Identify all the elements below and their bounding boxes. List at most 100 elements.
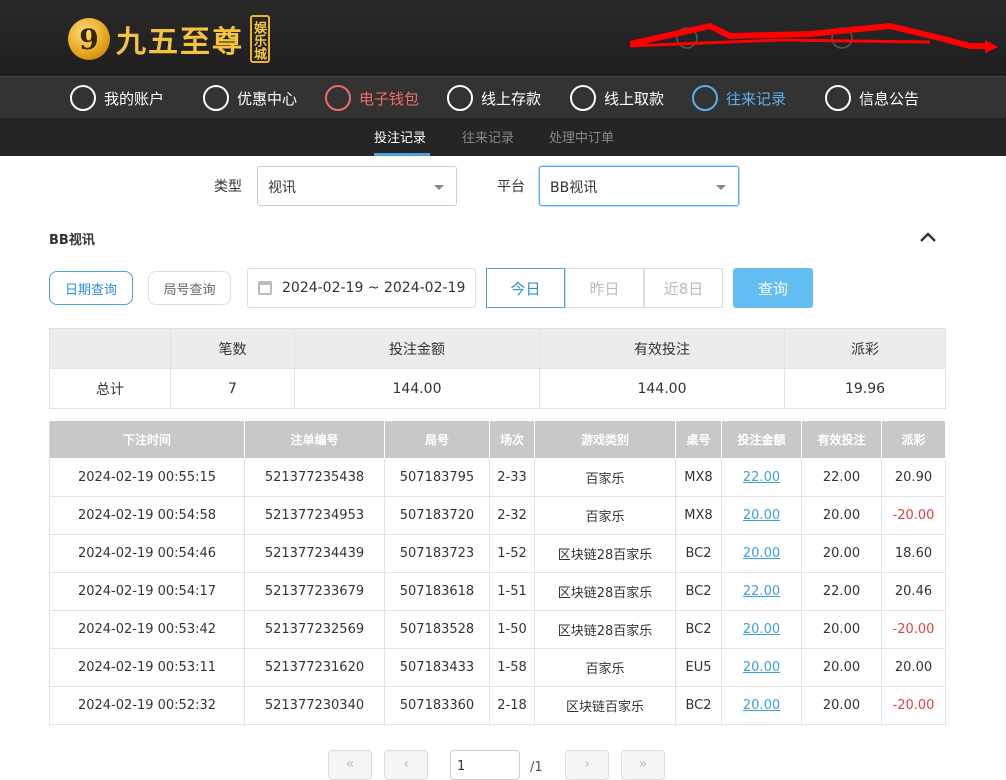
date-range-input[interactable]: 2024-02-19 ~ 2024-02-19	[247, 268, 476, 308]
type-select[interactable]: 视讯	[257, 166, 457, 206]
table-cell: 20.00	[801, 610, 882, 649]
bet-amount-link[interactable]: 20.00	[721, 534, 802, 573]
site-logo[interactable]: 9 九五至尊 娱乐城	[68, 12, 270, 66]
table-cell: 区块链28百家乐	[534, 610, 676, 649]
chevron-down-icon	[716, 185, 726, 190]
table-row: 2024-02-19 00:54:46 521377234439 507183723…	[49, 534, 946, 573]
table-cell: 百家乐	[534, 648, 676, 687]
table-cell: 2024-02-19 00:54:58	[49, 496, 245, 535]
sub-nav: 投注记录 往来记录 处理中订单	[0, 118, 1006, 156]
bet-amount-link[interactable]: 20.00	[721, 686, 802, 725]
last-page-button[interactable]: »	[621, 750, 665, 780]
deposit-icon	[447, 85, 473, 111]
summary-header-cell	[49, 328, 171, 369]
table-row: 2024-02-19 00:54:17 521377233679 507183618…	[49, 572, 946, 611]
detail-body: 2024-02-19 00:55:15 521377235438 507183795…	[49, 458, 946, 725]
summary-cell: 7	[170, 368, 295, 409]
detail-header-cell: 场次	[489, 420, 535, 459]
table-cell: 20.00	[801, 648, 882, 687]
platform-label: 平台	[497, 179, 525, 195]
table-cell: 1-51	[489, 572, 535, 611]
summary-header-cell: 投注金额	[294, 328, 540, 369]
nav-item-gift[interactable]: 优惠中心	[203, 84, 297, 112]
nav-item-label: 我的账户	[104, 89, 165, 108]
bet-detail-table: 下注时间 注单编号 局号 场次 游戏类别 桌号 投注金额 有效投注 派彩 2024-02-19 …	[49, 420, 946, 725]
nav-item-withdraw[interactable]: 线上取款	[570, 84, 664, 112]
tab-transactions[interactable]: 往来记录	[462, 127, 514, 146]
table-cell: 20.00	[801, 496, 882, 535]
tab-pending-orders[interactable]: 处理中订单	[549, 127, 614, 146]
nav-item-bell[interactable]: 信息公告	[825, 84, 919, 112]
bet-amount-link[interactable]: 20.00	[721, 648, 802, 687]
nav-item-label: 往来记录	[726, 89, 787, 108]
table-cell: -20.00	[881, 496, 946, 535]
collapse-chevron-up-icon[interactable]	[918, 228, 938, 246]
table-cell: 507183433	[384, 648, 490, 687]
today-button[interactable]: 今日	[486, 268, 565, 308]
nav-item-record[interactable]: 往来记录	[692, 84, 786, 112]
logo-coin-icon: 9	[68, 18, 110, 60]
summary-total-row: 总计 7 144.00 144.00 19.96	[49, 368, 946, 409]
table-cell: 1-50	[489, 610, 535, 649]
detail-header-cell: 注单编号	[244, 420, 385, 459]
table-cell: 521377231620	[244, 648, 385, 687]
type-label: 类型	[214, 179, 242, 195]
table-row: 2024-02-19 00:53:11 521377231620 507183433…	[49, 648, 946, 687]
table-cell: 区块链28百家乐	[534, 572, 676, 611]
summary-cell: 总计	[49, 368, 171, 409]
nav-item-label: 电子钱包	[359, 89, 420, 108]
first-page-button[interactable]: «	[328, 750, 372, 780]
table-cell: 507183795	[384, 458, 490, 497]
summary-header-cell: 有效投注	[539, 328, 785, 369]
table-cell: 521377230340	[244, 686, 385, 725]
date-query-button[interactable]: 日期查询	[49, 271, 133, 305]
page-select[interactable]: 1	[450, 750, 520, 780]
bell-icon	[825, 85, 851, 111]
bet-amount-link[interactable]: 20.00	[721, 496, 802, 535]
summary-table: 笔数 投注金额 有效投注 派彩 总计 7 144.00 144.00 19.96	[49, 328, 946, 409]
detail-header-cell: 投注金额	[721, 420, 802, 459]
date-range-value: 2024-02-19 ~ 2024-02-19	[282, 280, 466, 296]
table-cell: 2024-02-19 00:53:11	[49, 648, 245, 687]
table-cell: 18.60	[881, 534, 946, 573]
search-button[interactable]: 查询	[733, 268, 813, 308]
next-page-button[interactable]: ›	[565, 750, 609, 780]
bet-amount-link[interactable]: 20.00	[721, 610, 802, 649]
table-cell: 22.00	[801, 458, 882, 497]
table-cell: 507183528	[384, 610, 490, 649]
table-cell: 2024-02-19 00:54:46	[49, 534, 245, 573]
detail-header-cell: 有效投注	[801, 420, 882, 459]
prev-page-button[interactable]: ‹	[384, 750, 428, 780]
bet-amount-link[interactable]: 22.00	[721, 572, 802, 611]
table-row: 2024-02-19 00:53:42 521377232569 507183528…	[49, 610, 946, 649]
table-row: 2024-02-19 00:52:32 521377230340 507183360…	[49, 686, 946, 725]
table-cell: 2-33	[489, 458, 535, 497]
nav-item-label: 线上取款	[604, 89, 665, 108]
detail-header-cell: 派彩	[881, 420, 946, 459]
platform-select[interactable]: BB视讯	[539, 166, 739, 206]
round-query-button[interactable]: 局号查询	[148, 271, 231, 305]
table-cell: 2024-02-19 00:54:17	[49, 572, 245, 611]
table-row: 2024-02-19 00:54:58 521377234953 507183720…	[49, 496, 946, 535]
withdraw-icon	[570, 85, 596, 111]
nav-item-label: 优惠中心	[237, 89, 298, 108]
table-cell: 1-52	[489, 534, 535, 573]
last-8-days-button[interactable]: 近8日	[644, 268, 723, 308]
table-cell: 521377232569	[244, 610, 385, 649]
nav-item-wallet[interactable]: 电子钱包	[325, 84, 419, 112]
table-cell: 2024-02-19 00:55:15	[49, 458, 245, 497]
gift-icon	[203, 85, 229, 111]
table-cell: 区块链百家乐	[534, 686, 676, 725]
record-icon	[692, 85, 718, 111]
nav-item-deposit[interactable]: 线上存款	[447, 84, 541, 112]
bet-amount-link[interactable]: 22.00	[721, 458, 802, 497]
table-cell: 2-32	[489, 496, 535, 535]
summary-cell: 144.00	[539, 368, 785, 409]
yesterday-button[interactable]: 昨日	[565, 268, 644, 308]
table-cell: 区块链28百家乐	[534, 534, 676, 573]
tab-bet-records[interactable]: 投注记录	[374, 127, 426, 146]
pagination: « ‹ 1 /1 › »	[0, 750, 1006, 780]
table-cell: 507183618	[384, 572, 490, 611]
table-cell: 521377233679	[244, 572, 385, 611]
nav-item-user[interactable]: 我的账户	[70, 84, 164, 112]
